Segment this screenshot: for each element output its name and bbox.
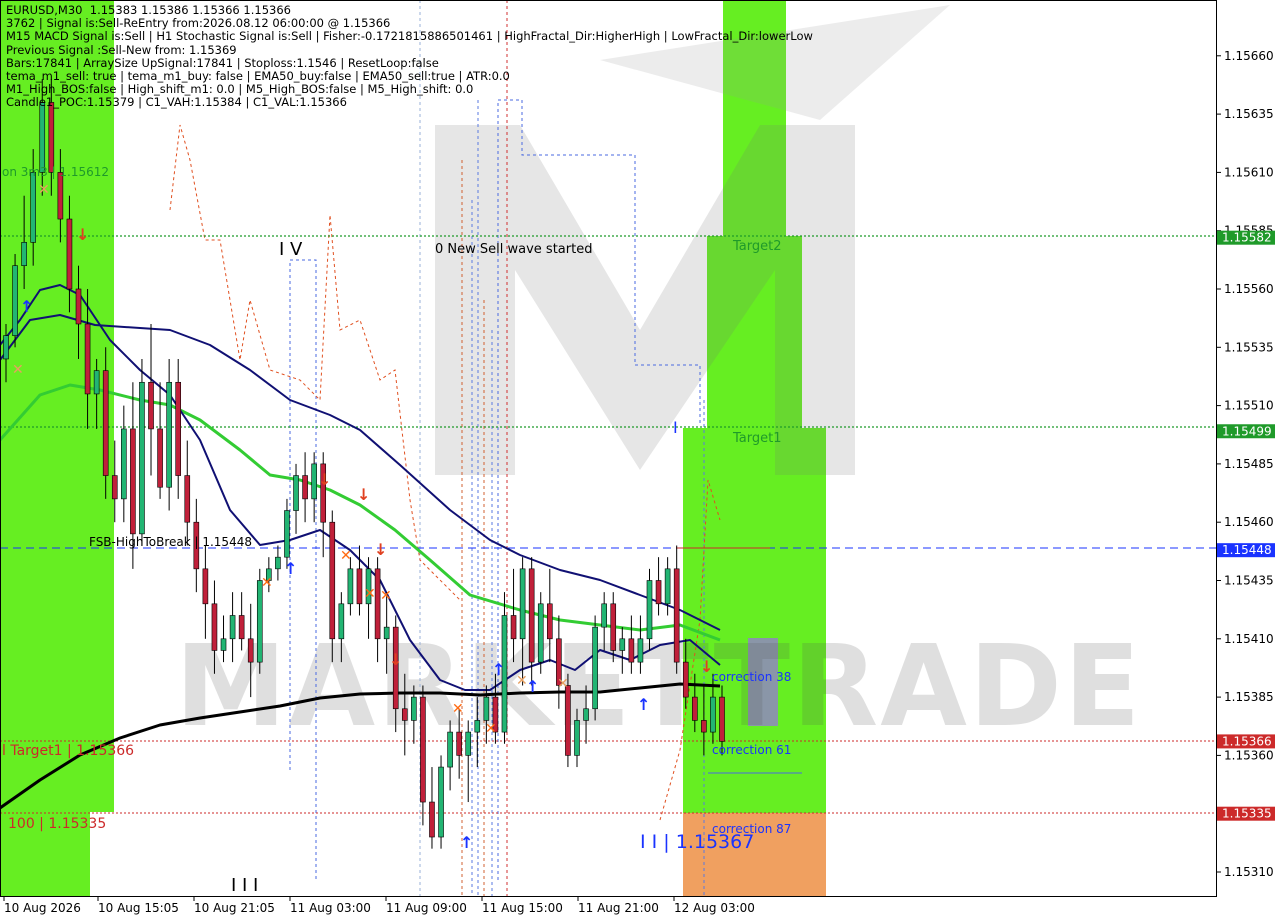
sell-arrow-icon: ↓ <box>374 540 387 559</box>
candle <box>139 358 145 546</box>
y-tick-label: 1.15510 <box>1224 399 1274 413</box>
x-tick-label: 11 Aug 03:00 <box>290 901 371 915</box>
level100-label: 100 | 1.15335 <box>8 816 106 832</box>
buy-arrow-icon: ↑ <box>492 660 505 679</box>
target1-label: Target1 <box>732 431 782 446</box>
y-tick-label: 1.15435 <box>1224 574 1274 588</box>
y-tick-label: 1.15635 <box>1224 107 1274 121</box>
cross-marker-icon: ✕ <box>380 588 392 604</box>
y-tick-label: 1.15460 <box>1224 515 1274 529</box>
cross-marker-icon: ✕ <box>38 182 50 198</box>
buy-arrow-icon: ↑ <box>20 297 33 316</box>
wave-iii-label: I I I <box>231 875 258 896</box>
cross-marker-icon: ✕ <box>364 586 376 602</box>
y-tick: 1.15410 <box>1216 632 1274 646</box>
correction-38-label: correction 38 <box>712 670 791 684</box>
x-tick-label: 10 Aug 2026 <box>4 901 81 915</box>
candle <box>12 254 18 348</box>
buy-arrow-icon: ↑ <box>460 833 473 852</box>
candle <box>646 568 653 651</box>
buy-arrow-icon: ↑ <box>284 559 297 578</box>
y-tick: 1.15635 <box>1216 107 1274 121</box>
price-label: 1.15448 <box>1217 543 1275 558</box>
price-label: 1.15335 <box>1217 806 1275 821</box>
cross-marker-icon: ✕ <box>516 673 528 689</box>
cross-marker-icon: ✕ <box>261 575 273 591</box>
price-label-text: 1.15335 <box>1222 807 1272 821</box>
cross-marker-icon: ✕ <box>557 676 569 692</box>
y-tick-label: 1.15660 <box>1224 49 1274 63</box>
x-tick-label: 12 Aug 03:00 <box>674 901 755 915</box>
fsb-label: FSB-HighToBreak | 1.15448 <box>89 535 252 549</box>
y-tick: 1.15360 <box>1216 748 1274 762</box>
y-tick: 1.15610 <box>1216 165 1274 179</box>
price-label-text: 1.15366 <box>1222 734 1272 748</box>
y-tick: 1.15460 <box>1216 515 1274 529</box>
info-line: Previous Signal :Sell-New from: 1.15369 <box>6 42 237 57</box>
sell-arrow-icon: ↓ <box>76 225 89 244</box>
info-panel: EURUSD,M30 1.15383 1.15386 1.15366 1.153… <box>6 3 813 110</box>
price-label-text: 1.15499 <box>1222 424 1272 438</box>
new-sell-label: 0 New Sell wave started <box>435 242 592 257</box>
y-tick: 1.15385 <box>1216 690 1274 704</box>
price-label: 1.15499 <box>1217 424 1275 439</box>
target1-left-label: l Target1 | 1.15366 <box>2 743 134 759</box>
left-label: on 3m3 | 1.15612 <box>2 165 109 179</box>
y-tick-label: 1.15385 <box>1224 690 1274 704</box>
price-label-text: 1.15582 <box>1222 231 1272 245</box>
price-label: 1.15366 <box>1217 734 1275 749</box>
x-tick-label: 11 Aug 21:00 <box>578 901 659 915</box>
y-tick-label: 1.15360 <box>1224 748 1274 762</box>
y-tick: 1.15560 <box>1216 282 1274 296</box>
y-tick-label: 1.15610 <box>1224 165 1274 179</box>
y-tick: 1.15660 <box>1216 49 1274 63</box>
x-tick-label: 10 Aug 15:05 <box>98 901 179 915</box>
y-tick-label: 1.15535 <box>1224 340 1274 354</box>
cross-marker-icon: ✕ <box>12 362 24 378</box>
correction-61-label: correction 61 <box>712 743 791 757</box>
candlestick-chart: MARKETTRADE ↑ ↑ ↑ ↑ ↑ ↑ ↓ ↓ ↓ ↓ ↓ ↓ ✕ ✕ … <box>0 0 1280 920</box>
y-tick: 1.15535 <box>1216 340 1274 354</box>
y-tick-label: 1.15310 <box>1224 865 1274 879</box>
price-label: 1.15582 <box>1217 230 1275 245</box>
y-tick-label: 1.15410 <box>1224 632 1274 646</box>
y-tick-label: 1.15485 <box>1224 457 1274 471</box>
wave-iv-label: I V <box>279 239 303 260</box>
info-line: Candle1_POC:1.15379 | C1_VAH:1.15384 | C… <box>6 95 347 110</box>
marker-i-label: I <box>673 418 678 437</box>
x-tick-label: 11 Aug 09:00 <box>386 901 467 915</box>
candle <box>592 615 598 721</box>
y-tick: 1.15485 <box>1216 457 1274 471</box>
cross-marker-icon: ✕ <box>452 701 464 717</box>
cross-marker-icon: ✕ <box>485 721 497 737</box>
y-tick-label: 1.15560 <box>1224 282 1274 296</box>
info-line: M15 MACD Signal is:Sell | H1 Stochastic … <box>6 29 813 44</box>
sell-arrow-icon: ↓ <box>318 470 331 489</box>
sell-arrow-icon: ↓ <box>357 485 370 504</box>
x-tick-label: 10 Aug 21:05 <box>194 901 275 915</box>
cross-marker-icon: ✕ <box>340 548 352 564</box>
target2-label: Target2 <box>732 239 782 254</box>
y-tick: 1.15510 <box>1216 399 1274 413</box>
x-tick-label: 11 Aug 15:00 <box>482 901 563 915</box>
y-tick: 1.15310 <box>1216 865 1274 879</box>
candle <box>438 755 444 849</box>
sell-arrow-icon: ↓ <box>389 650 402 669</box>
wave-ii-label: I I | 1.15367 <box>640 831 754 853</box>
buy-arrow-icon: ↑ <box>526 677 539 696</box>
buy-arrow-icon: ↑ <box>637 695 650 714</box>
y-tick: 1.15435 <box>1216 574 1274 588</box>
candle <box>537 592 544 674</box>
price-label-text: 1.15448 <box>1222 543 1272 557</box>
